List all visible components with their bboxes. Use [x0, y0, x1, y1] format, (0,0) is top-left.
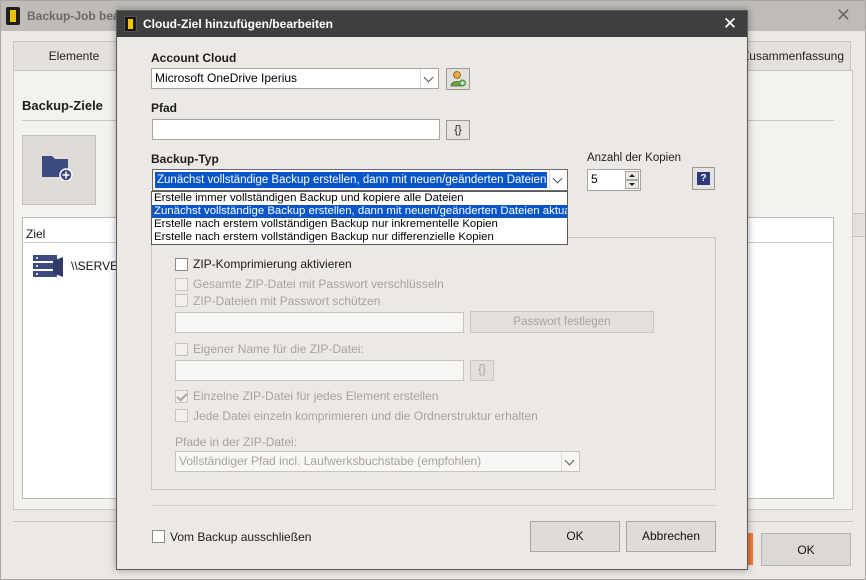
- single-zip-label: Einzelne ZIP-Datei für jedes Element ers…: [193, 389, 439, 403]
- exclude-from-backup-checkbox[interactable]: [152, 530, 165, 543]
- each-file-label: Jede Datei einzeln komprimieren und die …: [193, 409, 538, 423]
- manage-accounts-button[interactable]: [446, 68, 470, 90]
- dialog-titlebar: Cloud-Ziel hinzufügen/bearbeiten ✕: [117, 11, 747, 37]
- zip-protect-checkbox[interactable]: [175, 294, 188, 307]
- copies-label: Anzahl der Kopien: [587, 152, 681, 164]
- zip-name-variables-button[interactable]: {}: [470, 360, 494, 381]
- chevron-down-icon[interactable]: [549, 170, 567, 189]
- user-add-icon: [450, 71, 466, 87]
- zip-compress-label: ZIP-Komprimierung aktivieren: [193, 257, 352, 271]
- bg-close-icon[interactable]: ✕: [836, 5, 851, 26]
- zip-encrypt-label: Gesamte ZIP-Datei mit Passwort verschlüs…: [193, 277, 444, 291]
- exclude-from-backup-label: Vom Backup ausschließen: [170, 530, 312, 544]
- backup-type-option-incremental[interactable]: Erstelle nach erstem vollständigen Backu…: [152, 218, 567, 231]
- folder-add-icon: [42, 156, 73, 181]
- backup-type-option-full[interactable]: Erstelle immer vollständigen Backup und …: [152, 192, 567, 205]
- account-cloud-label: Account Cloud: [151, 51, 237, 65]
- zip-paths-value: Vollständiger Pfad incl. Laufwerksbuchst…: [179, 454, 482, 468]
- backup-type-option-update[interactable]: Zunächst vollständige Backup erstellen, …: [152, 205, 567, 218]
- zip-custom-name-checkbox[interactable]: [175, 343, 188, 356]
- zip-compress-checkbox[interactable]: [175, 258, 188, 271]
- set-password-button[interactable]: Passwort festlegen: [470, 311, 654, 333]
- account-cloud-value: Microsoft OneDrive Iperius: [155, 71, 298, 85]
- spin-up-icon[interactable]: [625, 171, 639, 180]
- spin-down-icon[interactable]: [625, 180, 639, 189]
- chevron-down-icon[interactable]: [561, 452, 579, 471]
- bg-side-control: [853, 213, 865, 237]
- column-header-ziel[interactable]: Ziel: [26, 227, 45, 241]
- zip-paths-label: Pfade in der ZIP-Datei:: [175, 435, 298, 449]
- close-icon[interactable]: ✕: [717, 13, 743, 35]
- zip-encrypt-checkbox[interactable]: [175, 278, 188, 291]
- zip-password-input[interactable]: [175, 312, 464, 333]
- ok-button[interactable]: OK: [530, 521, 620, 552]
- iperius-app-icon: [6, 7, 20, 25]
- path-variables-button[interactable]: {}: [446, 120, 470, 140]
- network-share-icon: [33, 255, 63, 277]
- cancel-button[interactable]: Abbrechen: [626, 521, 716, 552]
- backup-type-select[interactable]: Zunächst vollständige Backup erstellen, …: [152, 169, 568, 191]
- dialog-title: Cloud-Ziel hinzufügen/bearbeiten: [143, 17, 333, 31]
- zip-custom-name-label: Eigener Name für die ZIP-Datei:: [193, 342, 364, 356]
- help-button[interactable]: ?: [692, 167, 715, 190]
- backup-type-dropdown-list: Erstelle immer vollständigen Backup und …: [151, 191, 568, 245]
- backup-type-option-differential[interactable]: Erstelle nach erstem vollständigen Backu…: [152, 231, 567, 244]
- copies-stepper[interactable]: 5: [587, 169, 641, 191]
- copies-value: 5: [591, 172, 598, 186]
- help-icon: ?: [697, 172, 710, 185]
- zip-name-input[interactable]: [175, 360, 464, 381]
- backup-typ-label: Backup-Typ: [151, 152, 219, 166]
- path-input[interactable]: [152, 119, 440, 140]
- pfad-label: Pfad: [151, 101, 178, 115]
- zip-paths-select[interactable]: Vollständiger Pfad incl. Laufwerksbuchst…: [175, 451, 580, 472]
- zip-protect-label: ZIP-Dateien mit Passwort schützen: [193, 294, 381, 308]
- account-cloud-select[interactable]: Microsoft OneDrive Iperius: [151, 68, 439, 89]
- divider: [151, 505, 717, 506]
- tab-zusammenfassung[interactable]: Zusammenfassung: [735, 41, 851, 71]
- single-zip-checkbox[interactable]: [175, 390, 188, 403]
- each-file-checkbox[interactable]: [175, 409, 188, 422]
- bg-window-title: Backup-Job bea: [27, 9, 120, 23]
- bg-ok-button[interactable]: OK: [761, 533, 851, 566]
- iperius-app-icon: [124, 16, 137, 32]
- backup-ziele-heading: Backup-Ziele: [22, 98, 103, 113]
- chevron-down-icon[interactable]: [420, 69, 438, 88]
- backup-type-selected-value: Zunächst vollständige Backup erstellen, …: [155, 172, 547, 188]
- spin-buttons: [625, 171, 639, 189]
